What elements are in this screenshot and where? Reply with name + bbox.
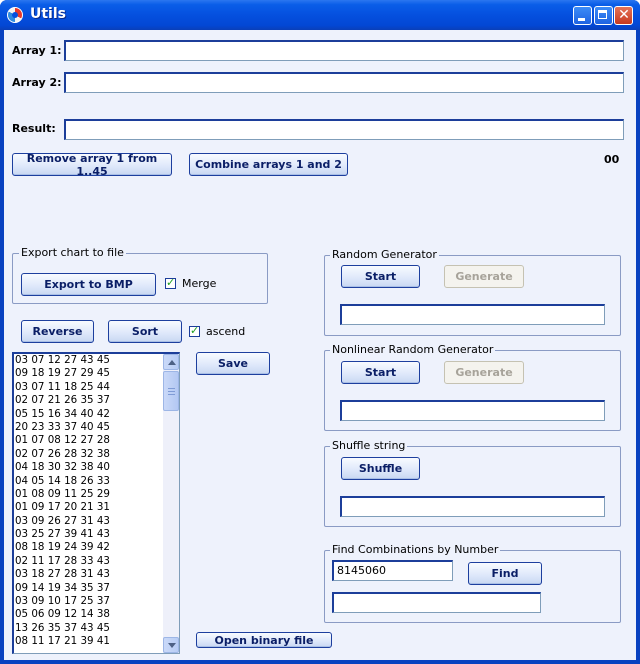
find-combinations-title: Find Combinations by Number xyxy=(330,543,501,556)
shuffle-string-group: Shuffle string Shuffle xyxy=(324,439,621,527)
list-item[interactable]: 01 08 09 11 25 29 xyxy=(15,488,163,501)
shuffle-string-title: Shuffle string xyxy=(330,439,408,452)
list-item[interactable]: 01 07 08 12 27 28 xyxy=(15,434,163,447)
window-title: Utils xyxy=(30,6,66,22)
counter-text: 00 xyxy=(604,153,620,166)
list-item[interactable]: 03 09 26 27 31 43 xyxy=(15,515,163,528)
merge-checkbox[interactable] xyxy=(165,276,176,289)
random-generator-group: Random Generator Start Generate xyxy=(324,248,621,336)
list-item[interactable]: 03 09 10 17 25 37 xyxy=(15,595,163,608)
result-label: Result: xyxy=(12,122,56,135)
scroll-thumb[interactable] xyxy=(163,371,179,411)
title-bar[interactable]: Utils ✕ xyxy=(0,0,640,30)
list-item[interactable]: 03 18 27 28 31 43 xyxy=(15,568,163,581)
list-item[interactable]: 08 11 17 21 39 41 xyxy=(15,635,163,648)
minimize-button[interactable] xyxy=(573,6,592,25)
array1-label: Array 1: xyxy=(12,44,62,57)
find-button[interactable]: Find xyxy=(468,562,542,585)
list-item[interactable]: 03 07 11 18 25 44 xyxy=(15,381,163,394)
app-icon[interactable] xyxy=(7,7,23,23)
result-input[interactable] xyxy=(64,119,624,140)
find-number-input[interactable]: 8145060 xyxy=(332,560,453,581)
nonlinear-generator-group: Nonlinear Random Generator Start Generat… xyxy=(324,343,621,431)
minimize-icon xyxy=(578,18,585,21)
ascend-checkbox[interactable] xyxy=(189,324,200,337)
remove-array-button[interactable]: Remove array 1 from 1..45 xyxy=(12,152,172,178)
utils-window: Utils ✕ Array 1: Array 2: Result: Remove… xyxy=(0,0,640,664)
array2-input[interactable] xyxy=(64,72,624,93)
maximize-button[interactable] xyxy=(594,6,613,25)
merge-label: Merge xyxy=(182,277,217,290)
close-button[interactable]: ✕ xyxy=(614,6,633,25)
sort-button[interactable]: Sort xyxy=(108,320,182,343)
list-item[interactable]: 02 11 17 28 33 43 xyxy=(15,555,163,568)
grip-icon xyxy=(168,391,175,392)
list-item[interactable]: 02 07 26 28 32 38 xyxy=(15,448,163,461)
save-button[interactable]: Save xyxy=(196,352,270,375)
nonlinear-start-button[interactable]: Start xyxy=(341,361,420,384)
combinations-listbox[interactable]: 03 07 12 27 43 45 09 18 19 27 29 45 03 07 … xyxy=(12,352,180,654)
list-item[interactable]: 08 18 19 24 39 42 xyxy=(15,541,163,554)
random-output-field[interactable] xyxy=(340,304,605,325)
scroll-up-button[interactable] xyxy=(163,354,179,370)
list-item[interactable]: 03 25 27 39 41 43 xyxy=(15,528,163,541)
client-area: Array 1: Array 2: Result: Remove array 1… xyxy=(4,30,636,660)
export-chart-group-title: Export chart to file xyxy=(19,246,126,259)
arrow-down-icon xyxy=(168,643,176,648)
list-item[interactable]: 04 18 30 32 38 40 xyxy=(15,461,163,474)
combine-arrays-button[interactable]: Combine arrays 1 and 2 xyxy=(189,153,348,176)
maximize-icon xyxy=(598,10,607,19)
find-output-field[interactable] xyxy=(332,592,541,613)
list-item[interactable]: 04 05 14 18 26 33 xyxy=(15,475,163,488)
open-binary-file-button[interactable]: Open binary file xyxy=(196,632,332,648)
list-item[interactable]: 01 09 17 20 21 31 xyxy=(15,501,163,514)
random-generator-title: Random Generator xyxy=(330,248,439,261)
shuffle-button[interactable]: Shuffle xyxy=(341,457,420,480)
list-item[interactable]: 05 15 16 34 40 42 xyxy=(15,408,163,421)
list-item[interactable]: 09 18 19 27 29 45 xyxy=(15,367,163,380)
close-icon: ✕ xyxy=(618,7,630,23)
list-item[interactable]: 03 07 12 27 43 45 xyxy=(15,354,163,367)
arrow-up-icon xyxy=(168,360,176,365)
list-items-container: 03 07 12 27 43 45 09 18 19 27 29 45 03 07 … xyxy=(15,354,163,649)
grip-icon xyxy=(168,394,175,395)
array2-label: Array 2: xyxy=(12,76,62,89)
list-item[interactable]: 13 26 35 37 43 45 xyxy=(15,622,163,635)
find-combinations-group: Find Combinations by Number 8145060 Find xyxy=(324,543,621,623)
reverse-button[interactable]: Reverse xyxy=(21,320,94,343)
export-bmp-button[interactable]: Export to BMP xyxy=(21,273,156,296)
vertical-scrollbar[interactable] xyxy=(163,354,179,653)
nonlinear-output-field[interactable] xyxy=(340,400,605,421)
random-start-button[interactable]: Start xyxy=(341,265,420,288)
list-item[interactable]: 05 06 09 12 14 38 xyxy=(15,608,163,621)
shuffle-output-field[interactable] xyxy=(340,496,605,517)
export-chart-group: Export chart to file Export to BMP Merge xyxy=(12,246,268,304)
random-generate-button[interactable]: Generate xyxy=(444,265,524,288)
grip-icon xyxy=(168,388,175,389)
nonlinear-generate-button[interactable]: Generate xyxy=(444,361,524,384)
list-item[interactable]: 09 14 19 34 35 37 xyxy=(15,582,163,595)
nonlinear-generator-title: Nonlinear Random Generator xyxy=(330,343,496,356)
scroll-down-button[interactable] xyxy=(163,637,179,653)
ascend-label: ascend xyxy=(206,325,246,338)
list-item[interactable]: 20 23 33 37 40 45 xyxy=(15,421,163,434)
list-item[interactable]: 02 07 21 26 35 37 xyxy=(15,394,163,407)
array1-input[interactable] xyxy=(64,40,624,61)
